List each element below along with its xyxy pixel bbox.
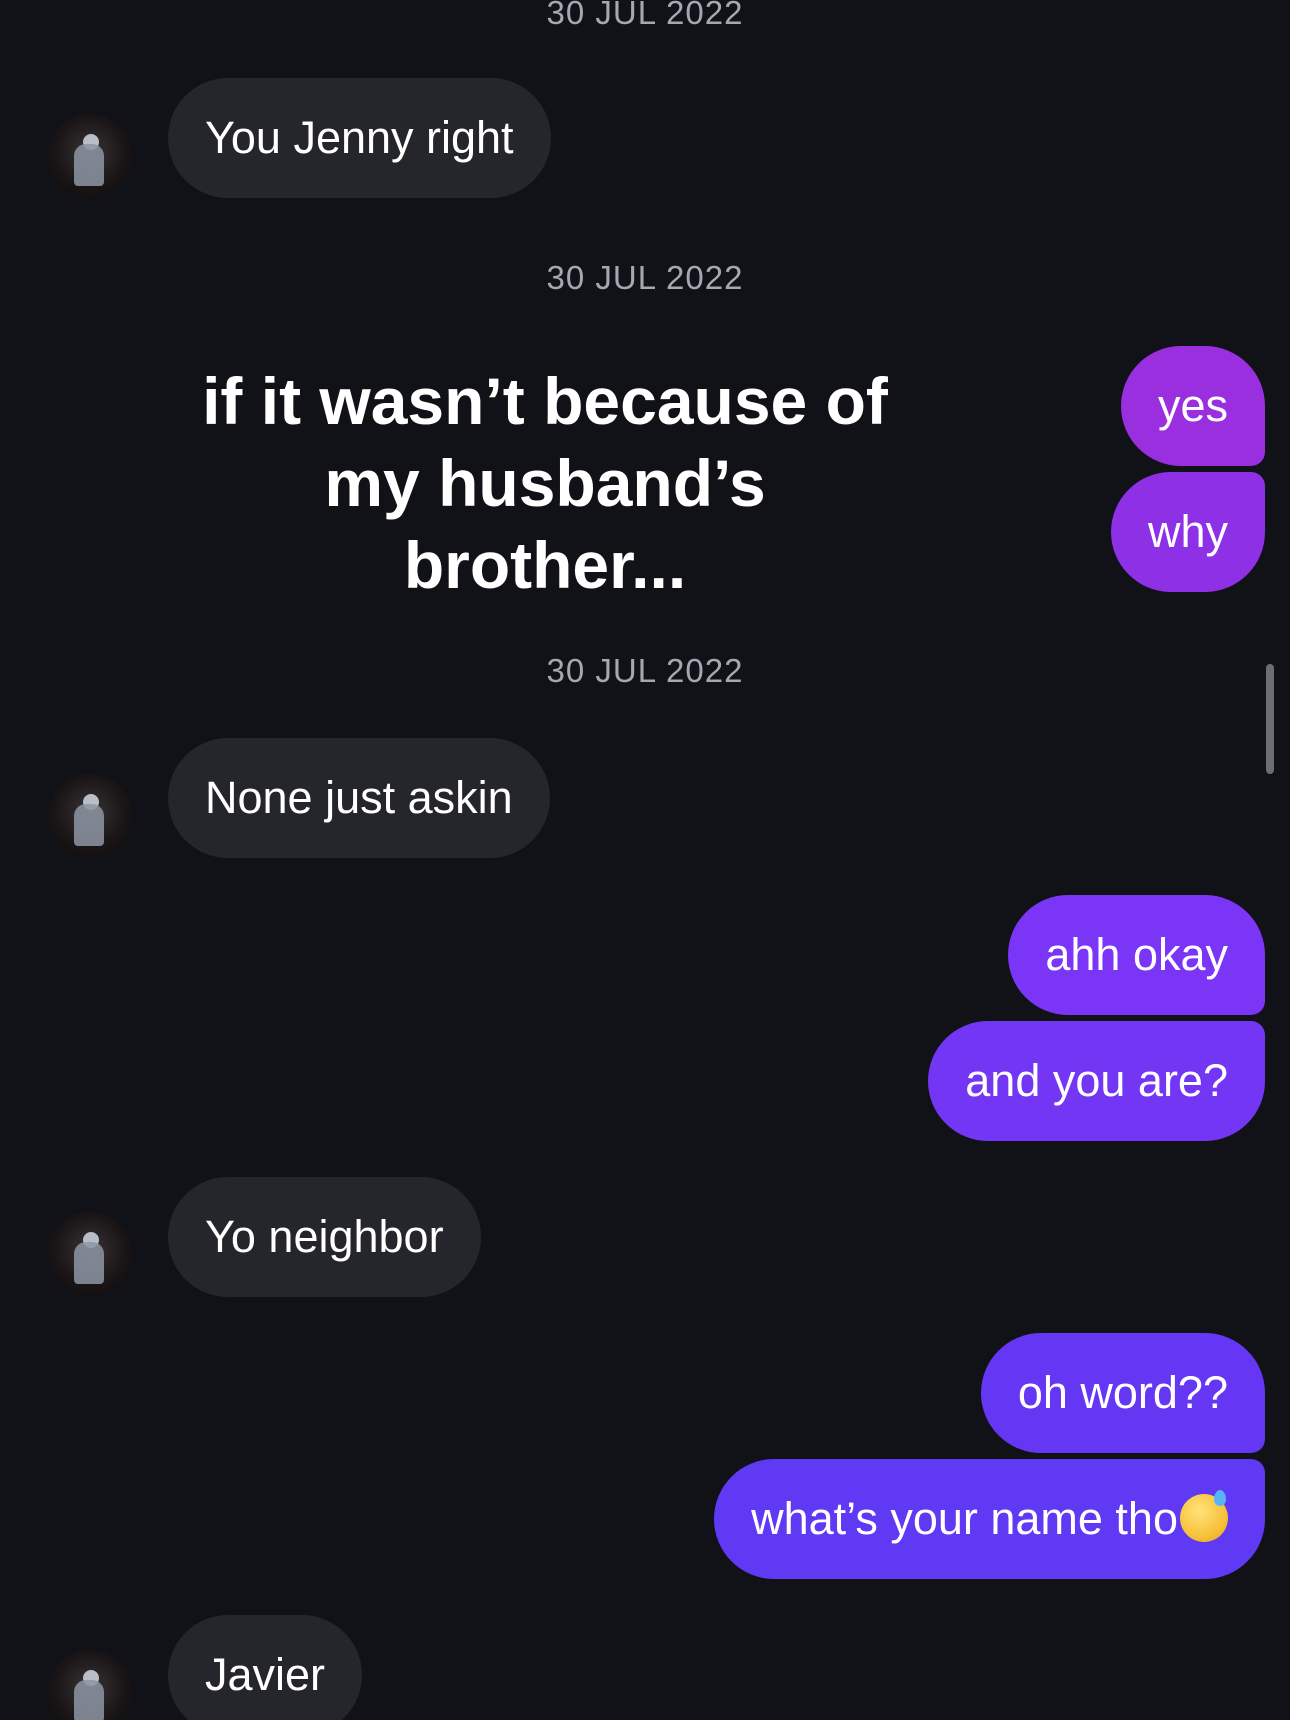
incoming-message[interactable]: Yo neighbor [168, 1177, 481, 1297]
outgoing-message[interactable]: ahh okay [1008, 895, 1265, 1015]
incoming-message[interactable]: None just askin [168, 738, 550, 858]
avatar-figure-body [74, 1242, 104, 1284]
contact-avatar[interactable] [48, 114, 132, 198]
outgoing-message-text: what’s your name tho [751, 1493, 1178, 1544]
outgoing-message[interactable]: and you are? [928, 1021, 1265, 1141]
date-separator: 30 JUL 2022 [546, 652, 744, 689]
outgoing-message[interactable]: yes [1120, 346, 1265, 466]
contact-avatar[interactable] [48, 1212, 132, 1296]
outgoing-message[interactable]: why [1110, 472, 1265, 592]
date-separator: 30 JUL 2022 [546, 0, 744, 31]
contact-avatar[interactable] [48, 1650, 132, 1720]
incoming-message[interactable]: Javier [168, 1615, 363, 1720]
contact-avatar[interactable] [48, 774, 132, 858]
chat-thread: 30 JUL 2022 You Jenny right 30 JUL 2022 … [0, 0, 1290, 1720]
avatar-figure-body [74, 804, 104, 846]
grinning-face-with-sweat-icon [1180, 1490, 1228, 1542]
scrollbar[interactable] [1266, 664, 1274, 774]
avatar-figure-body [74, 144, 104, 186]
outgoing-message[interactable]: oh word?? [980, 1333, 1265, 1453]
date-separator: 30 JUL 2022 [546, 259, 744, 296]
avatar-figure-body [74, 1680, 104, 1720]
outgoing-message[interactable]: what’s your name tho [714, 1459, 1265, 1579]
story-reply-caption[interactable]: if it wasn’t because of my husband’s bro… [200, 360, 890, 606]
incoming-message[interactable]: You Jenny right [168, 78, 551, 198]
